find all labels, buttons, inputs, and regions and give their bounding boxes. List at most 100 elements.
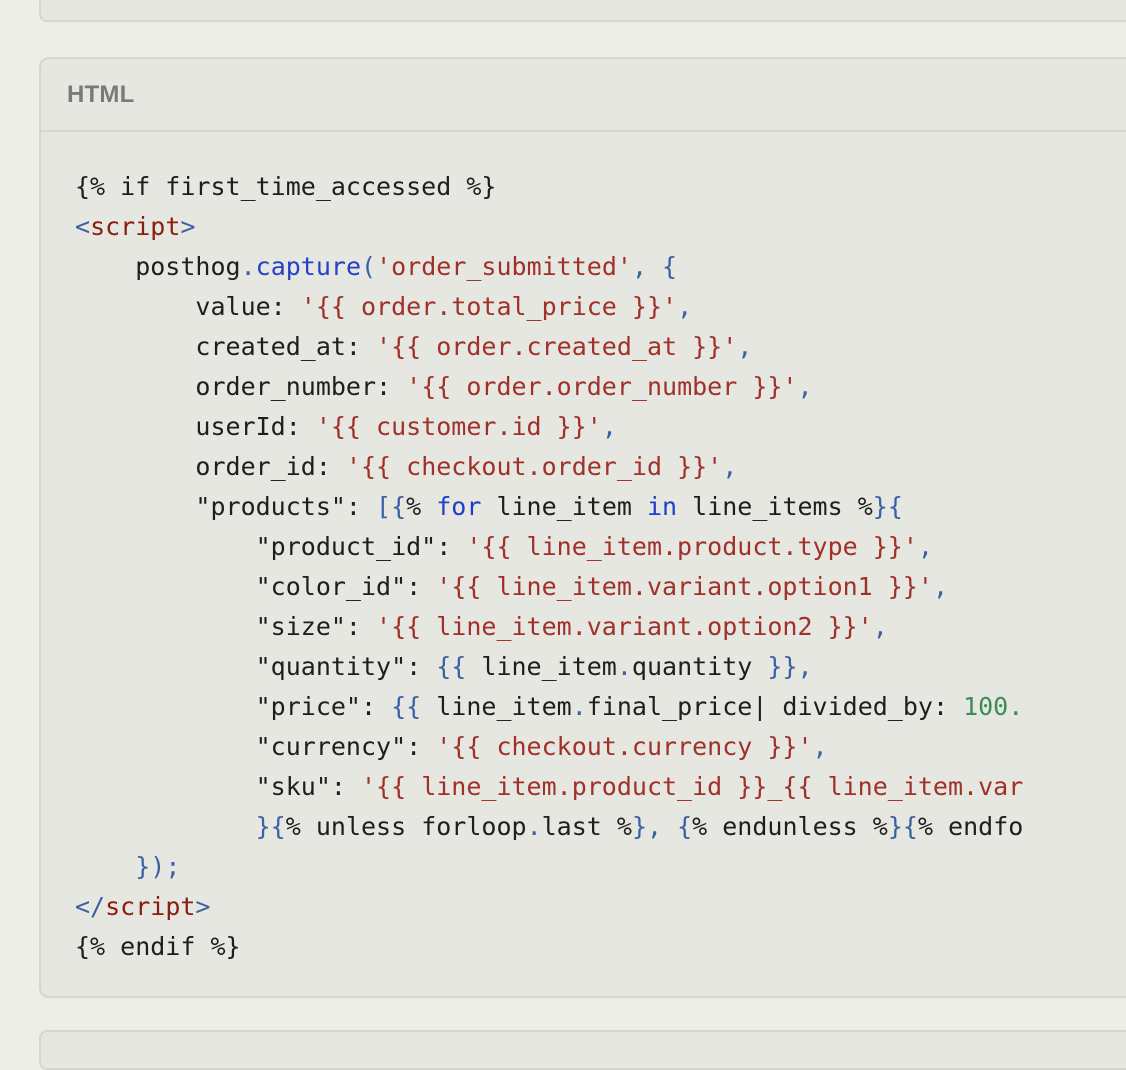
code-token: "size": xyxy=(75,612,377,641)
code-token: 'order_submitted' xyxy=(376,252,632,281)
code-token: "price": xyxy=(75,692,392,721)
code-token: for xyxy=(436,492,482,521)
code-token: order_number: xyxy=(75,372,407,401)
code-token: , xyxy=(872,612,888,641)
code-token: < xyxy=(75,212,91,241)
code-token: </ xyxy=(75,892,106,921)
code-token: [{ xyxy=(376,492,407,521)
code-token: % endfo xyxy=(917,812,1024,841)
code-token: script xyxy=(105,892,196,921)
code-token: '{{ order.total_price }}' xyxy=(300,292,678,321)
code-line: "size": '{{ line_item.variant.option2 }}… xyxy=(75,607,1126,647)
code-language-label: HTML xyxy=(67,80,135,108)
code-line: "sku": '{{ line_item.product_id }}_{{ li… xyxy=(75,767,1126,807)
code-token: value: xyxy=(75,292,301,321)
code-token: % xyxy=(406,492,437,521)
code-token: line_item xyxy=(481,492,647,521)
code-token: script xyxy=(90,212,181,241)
code-token: > xyxy=(180,212,196,241)
code-token: , xyxy=(917,532,933,561)
code-token: , xyxy=(601,412,617,441)
code-token: . xyxy=(571,692,587,721)
code-token: % endunless % xyxy=(692,812,888,841)
code-token: '{{ order.order_number }}' xyxy=(406,372,798,401)
code-token: final_price| divided_by: xyxy=(586,692,964,721)
code-token: , xyxy=(797,372,813,401)
code-token: 100. xyxy=(963,692,1024,721)
code-token: '{{ customer.id }}' xyxy=(315,412,602,441)
code-token: }{ xyxy=(887,812,918,841)
code-line: }); xyxy=(75,847,1126,887)
code-block-header: HTML xyxy=(41,59,1126,132)
code-line: <script> xyxy=(75,207,1126,247)
code-token: > xyxy=(195,892,211,921)
code-token: "products": xyxy=(75,492,377,521)
code-token: }); xyxy=(135,852,181,881)
code-line: {% endif %} xyxy=(75,927,1126,967)
code-token: "color_id": xyxy=(75,572,437,601)
code-token: . xyxy=(616,652,632,681)
code-token: order_id: xyxy=(75,452,346,481)
code-token: "currency": xyxy=(75,732,437,761)
code-token: line_item xyxy=(421,692,572,721)
code-token: , xyxy=(932,572,948,601)
code-line: value: '{{ order.total_price }}', xyxy=(75,287,1126,327)
code-token: , xyxy=(812,732,828,761)
code-token: , xyxy=(722,452,738,481)
code-line: order_number: '{{ order.order_number }}'… xyxy=(75,367,1126,407)
code-line: "price": {{ line_item.final_price| divid… xyxy=(75,687,1126,727)
code-token: }{ xyxy=(872,492,903,521)
code-token: % unless forloop xyxy=(285,812,527,841)
code-token: quantity xyxy=(631,652,768,681)
code-token: {% endif %} xyxy=(75,932,241,961)
code-token: '{{ line_item.variant.option1 }}' xyxy=(436,572,933,601)
code-token: ( xyxy=(361,252,377,281)
code-token: , xyxy=(631,252,663,281)
code-token: {{ xyxy=(391,692,422,721)
code-line: "product_id": '{{ line_item.product.type… xyxy=(75,527,1126,567)
code-token: '{{ checkout.order_id }}' xyxy=(345,452,723,481)
code-token: "product_id": xyxy=(75,532,467,561)
code-line: order_id: '{{ checkout.order_id }}', xyxy=(75,447,1126,487)
code-token: '{{ line_item.product_id }}_{{ line_item… xyxy=(360,772,1024,801)
code-line: </script> xyxy=(75,887,1126,927)
code-content[interactable]: {% if first_time_accessed %} <script> pos… xyxy=(75,167,1126,967)
code-line: "products": [{% for line_item in line_it… xyxy=(75,487,1126,527)
code-token: }}, xyxy=(767,652,813,681)
code-token: capture xyxy=(255,252,361,281)
code-line: "quantity": {{ line_item.quantity }}, xyxy=(75,647,1126,687)
code-token: in xyxy=(646,492,678,521)
code-token: , xyxy=(737,332,753,361)
code-token: {{ xyxy=(436,652,467,681)
code-line: userId: '{{ customer.id }}', xyxy=(75,407,1126,447)
code-line: "color_id": '{{ line_item.variant.option… xyxy=(75,567,1126,607)
previous-code-block xyxy=(39,0,1126,22)
code-token: line_items % xyxy=(677,492,873,521)
next-code-block xyxy=(39,1030,1126,1070)
code-token: }, { xyxy=(631,812,693,841)
code-token: , xyxy=(677,292,693,321)
code-line: posthog.capture('order_submitted', { xyxy=(75,247,1126,287)
code-token: userId: xyxy=(75,412,316,441)
code-line: created_at: '{{ order.created_at }}', xyxy=(75,327,1126,367)
code-token: }{ xyxy=(255,812,286,841)
code-token: "quantity": xyxy=(75,652,437,681)
code-line: "currency": '{{ checkout.currency }}', xyxy=(75,727,1126,767)
code-token: last % xyxy=(541,812,632,841)
code-token: line_item xyxy=(466,652,617,681)
code-token: '{{ checkout.currency }}' xyxy=(436,732,813,761)
code-token: . xyxy=(240,252,256,281)
code-block-html: HTML {% if first_time_accessed %} <script… xyxy=(39,57,1126,998)
code-token: '{{ line_item.variant.option2 }}' xyxy=(376,612,873,641)
code-token: created_at: xyxy=(75,332,377,361)
code-token: "sku": xyxy=(75,772,361,801)
code-token: { xyxy=(662,252,678,281)
code-token: '{{ line_item.product.type }}' xyxy=(466,532,918,561)
code-token: {% if first_time_accessed %} xyxy=(75,172,497,201)
code-token: posthog xyxy=(75,252,241,281)
code-token: . xyxy=(526,812,542,841)
code-token: '{{ order.created_at }}' xyxy=(376,332,738,361)
code-line: }{% unless forloop.last %}, {% endunless… xyxy=(75,807,1126,847)
